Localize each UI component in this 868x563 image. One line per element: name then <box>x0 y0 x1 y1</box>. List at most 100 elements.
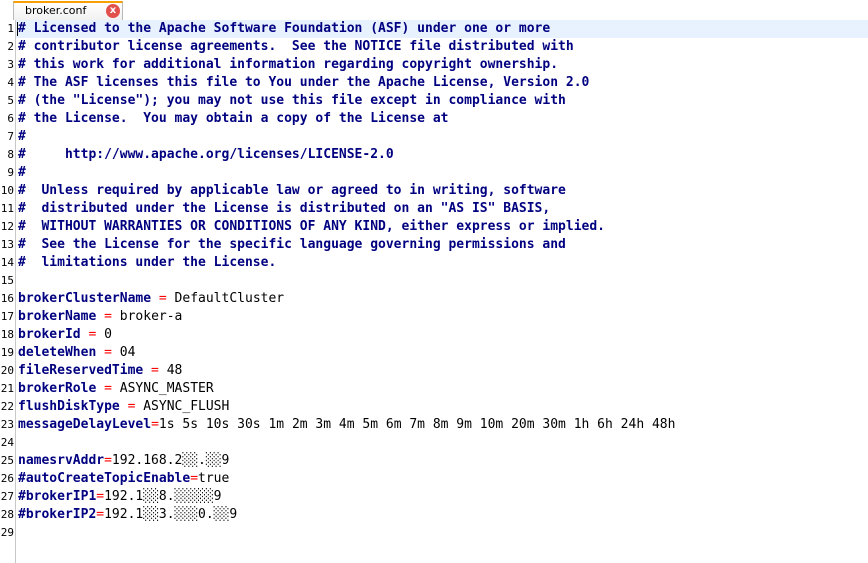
code-line: 15 <box>0 272 868 290</box>
assignment-operator: = <box>96 345 120 360</box>
comment-text: # http://www.apache.org/licenses/LICENSE… <box>18 147 394 162</box>
line-number: 24 <box>0 436 14 449</box>
line-number: 7 <box>7 130 14 143</box>
line-number: 18 <box>0 328 14 341</box>
property-value: 48 <box>166 363 183 378</box>
line-content: # Unless required by applicable law or a… <box>18 182 566 200</box>
line-number: 26 <box>0 472 14 485</box>
comment-text: # <box>18 165 26 180</box>
line-number: 28 <box>0 508 14 521</box>
property-key: brokerClusterName <box>18 291 152 306</box>
line-content: # distributed under the License is distr… <box>18 200 550 218</box>
line-number: 16 <box>0 292 14 305</box>
code-line: 7 # <box>0 128 868 146</box>
property-key: namesrvAddr <box>18 453 105 468</box>
code-line: 18 brokerId = 0 <box>0 326 868 344</box>
property-key: #brokerIP1 <box>18 489 97 504</box>
line-content: deleteWhen = 04 <box>18 344 135 362</box>
comment-text: # Licensed to the Apache Software Founda… <box>18 21 551 36</box>
line-number: 23 <box>0 418 14 431</box>
code-line: 28 #brokerIP2=192.1░░3.░░░0.░░9 <box>0 506 868 524</box>
assignment-operator: = <box>104 453 112 468</box>
line-number: 14 <box>0 256 14 269</box>
code-line: 9 # <box>0 164 868 182</box>
line-content: messageDelayLevel=1s 5s 10s 30s 1m 2m 3m… <box>18 416 675 434</box>
code-line: 10 # Unless required by applicable law or… <box>0 182 868 200</box>
property-key: #brokerIP2 <box>18 507 97 522</box>
line-number: 22 <box>0 400 14 413</box>
line-content: # <box>18 164 26 182</box>
assignment-operator: = <box>190 471 199 486</box>
line-number: 2 <box>7 40 14 53</box>
line-number: 17 <box>0 310 14 323</box>
code-line: 2 # contributor license agreements. See t… <box>0 38 868 56</box>
line-number: 1 <box>7 22 14 35</box>
line-content: fileReservedTime = 48 <box>18 362 182 380</box>
comment-text: # The ASF licenses this file to You unde… <box>18 75 590 90</box>
line-number: 12 <box>0 220 14 233</box>
line-number: 6 <box>7 112 14 125</box>
line-number: 9 <box>7 166 14 179</box>
line-number: 11 <box>0 202 14 215</box>
property-value: 04 <box>119 345 136 360</box>
line-content: # contributor license agreements. See th… <box>18 38 574 56</box>
property-value: broker-a <box>119 309 183 324</box>
code-line: 20 fileReservedTime = 48 <box>0 362 868 380</box>
property-key: fileReservedTime <box>18 363 144 378</box>
line-content: brokerClusterName = DefaultCluster <box>18 290 284 308</box>
line-content: brokerRole = ASYNC_MASTER <box>18 380 214 398</box>
line-number: 13 <box>0 238 14 251</box>
tab-bar: broker.conf x <box>0 0 868 21</box>
property-key: brokerId <box>18 327 81 342</box>
comment-text: # this work for additional information r… <box>18 57 559 72</box>
property-key: #autoCreateTopicEnable <box>18 471 191 486</box>
line-content: #brokerIP2=192.1░░3.░░░0.░░9 <box>18 506 237 524</box>
property-value: DefaultCluster <box>174 291 285 306</box>
line-number: 21 <box>0 382 14 395</box>
comment-text: # WITHOUT WARRANTIES OR CONDITIONS OF AN… <box>18 219 605 234</box>
code-line: 4 # The ASF licenses this file to You und… <box>0 74 868 92</box>
line-number: 3 <box>7 58 14 71</box>
assignment-operator: = <box>96 489 105 504</box>
code-line: 12 # WITHOUT WARRANTIES OR CONDITIONS OF … <box>0 218 868 236</box>
line-number: 5 <box>7 94 14 107</box>
property-value: 192.1░░8.░░░░░9 <box>104 489 222 504</box>
line-content: # <box>18 128 26 146</box>
line-content: # (the "License"); you may not use this … <box>18 92 566 110</box>
property-key: messageDelayLevel <box>18 417 152 432</box>
comment-text: # limitations under the License. <box>18 255 277 270</box>
line-content: # Licensed to the Apache Software Founda… <box>18 20 550 38</box>
comment-text: # Unless required by applicable law or a… <box>18 183 566 198</box>
assignment-operator: = <box>96 507 105 522</box>
line-content: flushDiskType = ASYNC_FLUSH <box>18 398 229 416</box>
line-content: # See the License for the specific langu… <box>18 236 566 254</box>
tab-broker-conf[interactable]: broker.conf x <box>13 1 123 20</box>
close-tab-icon[interactable]: x <box>106 4 120 18</box>
code-line: 1 # Licensed to the Apache Software Found… <box>0 20 868 38</box>
code-line: 23 messageDelayLevel=1s 5s 10s 30s 1m 2m … <box>0 416 868 434</box>
line-number: 15 <box>0 274 14 287</box>
line-number: 4 <box>7 76 14 89</box>
assignment-operator: = <box>151 291 175 306</box>
code-line: 3 # this work for additional information … <box>0 56 868 74</box>
line-content: namesrvAddr=192.168.2░░.░░9 <box>18 452 229 470</box>
property-key: flushDiskType <box>18 399 120 414</box>
property-value: 1s 5s 10s 30s 1m 2m 3m 4m 5m 6m 7m 8m 9m… <box>158 417 676 432</box>
assignment-operator: = <box>96 309 120 324</box>
property-value: 192.168.2░░.░░9 <box>111 453 230 468</box>
assignment-operator: = <box>143 363 167 378</box>
property-value: ASYNC_MASTER <box>119 381 214 396</box>
code-line: 19 deleteWhen = 04 <box>0 344 868 362</box>
line-number: 25 <box>0 454 14 467</box>
comment-text: # <box>18 129 26 144</box>
code-line: 13 # See the License for the specific lan… <box>0 236 868 254</box>
line-content: # The ASF licenses this file to You unde… <box>18 74 589 92</box>
code-editor[interactable]: 1 # Licensed to the Apache Software Found… <box>0 20 868 563</box>
line-number: 20 <box>0 364 14 377</box>
code-line: 21 brokerRole = ASYNC_MASTER <box>0 380 868 398</box>
assignment-operator: = <box>96 381 120 396</box>
code-line: 17 brokerName = broker-a <box>0 308 868 326</box>
comment-text: # the License. You may obtain a copy of … <box>18 111 449 126</box>
property-value: true <box>198 471 230 486</box>
line-content: # WITHOUT WARRANTIES OR CONDITIONS OF AN… <box>18 218 605 236</box>
